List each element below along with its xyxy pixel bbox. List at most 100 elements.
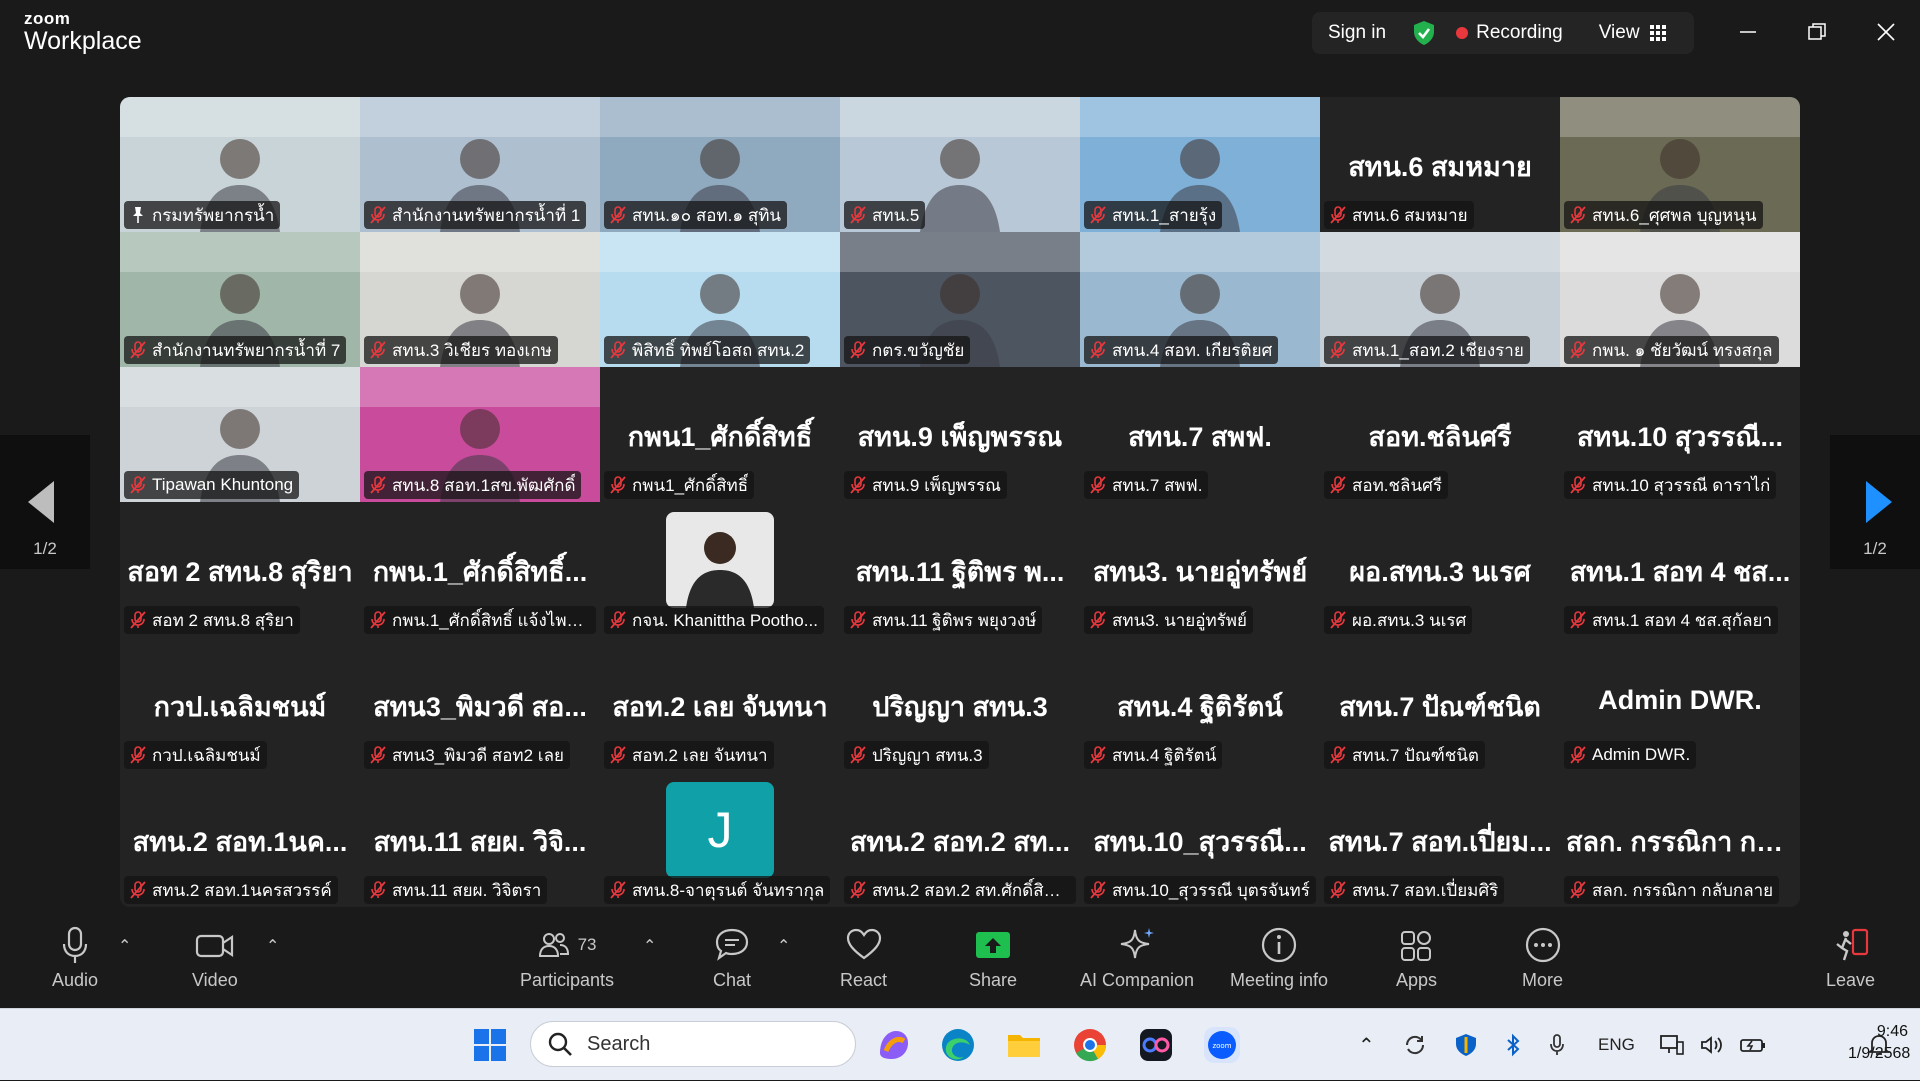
- muted-microphone-icon: [1570, 341, 1586, 359]
- participant-name: สทน.1 สอท 4 ชส.สุกัลยา: [1592, 610, 1773, 630]
- muted-microphone-icon: [130, 746, 146, 764]
- participant-tile[interactable]: สำนักงานทรัพยากรน้ำที่ 1: [360, 97, 600, 232]
- participant-tile[interactable]: สทน.7 สอท.เปี่ยม... สทน.7 สอท.เปี่ยมศิริ: [1320, 772, 1560, 907]
- copilot-icon[interactable]: [872, 1023, 916, 1067]
- chrome-icon[interactable]: [1068, 1023, 1112, 1067]
- participant-tile[interactable]: สทน.7 สพฟ. สทน.7 สพฟ.: [1080, 367, 1320, 502]
- participant-tile[interactable]: สทน.1_สายรุ้ง: [1080, 97, 1320, 232]
- taskbar-search-box[interactable]: Search: [530, 1021, 856, 1067]
- edge-browser-icon[interactable]: [936, 1023, 980, 1067]
- zoom-app-icon[interactable]: zoom: [1200, 1023, 1244, 1067]
- participant-tile[interactable]: สทน.2 สอท.2 สท... สทน.2 สอท.2 สท.ศักดิ์สิ…: [840, 772, 1080, 907]
- volume-icon[interactable]: [1700, 1034, 1724, 1056]
- share-button[interactable]: Share: [969, 924, 1017, 1004]
- language-indicator[interactable]: ENG: [1598, 1009, 1635, 1081]
- participant-tile[interactable]: สทน.4 ฐิติรัตน์ สทน.4 ฐิติรัตน์: [1080, 637, 1320, 772]
- apps-button[interactable]: Apps: [1396, 924, 1437, 1004]
- participant-name-label: สทน.7 สพฟ.: [1084, 471, 1209, 499]
- muted-microphone-icon: [370, 476, 386, 494]
- participant-tile[interactable]: กวป.เฉลิมชนม์ กวป.เฉลิมชนม์: [120, 637, 360, 772]
- chat-button[interactable]: Chat: [713, 924, 751, 1004]
- windows-start-icon[interactable]: [468, 1023, 512, 1067]
- participant-tile[interactable]: สำนักงานทรัพยากรน้ำที่ 7: [120, 232, 360, 367]
- participant-name-label: สทน.4 ฐิติรัตน์: [1084, 741, 1223, 769]
- battery-icon[interactable]: [1740, 1034, 1766, 1056]
- participants-options-chevron-icon[interactable]: ⌃: [643, 936, 656, 956]
- participant-tile[interactable]: กจน. Khanittha Pootho...: [600, 502, 840, 637]
- page-indicator-right: 1/2: [1863, 539, 1887, 558]
- participant-display-name: กวป.เฉลิมชนม์: [153, 692, 327, 722]
- participant-tile[interactable]: สทน.4 สอท. เกียรติยศ: [1080, 232, 1320, 367]
- participant-tile[interactable]: สทน.11 ฐิติพร พ... สทน.11 ฐิติพร พยุงวงษ์: [840, 502, 1080, 637]
- muted-microphone-icon: [130, 476, 146, 494]
- sign-in-button[interactable]: Sign in: [1328, 22, 1386, 44]
- participant-tile[interactable]: ผอ.สทน.3 นเรศ ผอ.สทน.3 นเรศ: [1320, 502, 1560, 637]
- video-button[interactable]: Video: [192, 924, 238, 1004]
- participant-tile[interactable]: สอท.ชลินศรี สอท.ชลินศรี: [1320, 367, 1560, 502]
- app-icon[interactable]: [1134, 1023, 1178, 1067]
- participant-name-label: กวป.เฉลิมชนม์: [124, 741, 267, 769]
- participant-name-label: กพน. ๑ ชัยวัฒน์ ทรงสกุล: [1564, 336, 1779, 364]
- leave-button[interactable]: Leave: [1826, 924, 1875, 1004]
- participant-tile[interactable]: กพน. ๑ ชัยวัฒน์ ทรงสกุล: [1560, 232, 1800, 367]
- previous-page-button[interactable]: 1/2: [0, 435, 90, 569]
- participant-tile[interactable]: สทน.11 สยผ. วิจิ... สทน.11 สยผ. วิจิตรา: [360, 772, 600, 907]
- participants-button[interactable]: 73 Participants: [520, 924, 614, 1004]
- tray-overflow-chevron-icon[interactable]: ⌃: [1358, 1033, 1375, 1058]
- audio-options-chevron-icon[interactable]: ⌃: [118, 936, 131, 956]
- participant-tile[interactable]: กตร.ขวัญชัย: [840, 232, 1080, 367]
- chat-options-chevron-icon[interactable]: ⌃: [777, 936, 790, 956]
- muted-microphone-icon: [1090, 746, 1106, 764]
- participant-tile[interactable]: Admin DWR. Admin DWR.: [1560, 637, 1800, 772]
- participant-tile[interactable]: สทน.1_สอท.2 เชียงราย: [1320, 232, 1560, 367]
- video-options-chevron-icon[interactable]: ⌃: [266, 936, 279, 956]
- participant-tile[interactable]: สอท.2 เลย จันทนา สอท.2 เลย จันทนา: [600, 637, 840, 772]
- restore-button[interactable]: [1797, 14, 1837, 50]
- more-button[interactable]: More: [1522, 924, 1563, 1004]
- ai-companion-button[interactable]: AI Companion: [1080, 924, 1194, 1004]
- notification-bell-icon[interactable]: [1868, 1033, 1890, 1057]
- participant-tile[interactable]: สทน.2 สอท.1นค... สทน.2 สอท.1นครสวรรค์: [120, 772, 360, 907]
- participant-tile[interactable]: สทน.10_สุวรรณี... สทน.10_สุวรรณี บุตรจันท…: [1080, 772, 1320, 907]
- close-button[interactable]: [1866, 14, 1906, 50]
- security-shield-icon[interactable]: [1455, 1033, 1477, 1057]
- shield-check-icon[interactable]: [1412, 20, 1436, 46]
- participant-tile[interactable]: สทน.9 เพ็ญพรรณ สทน.9 เพ็ญพรรณ: [840, 367, 1080, 502]
- view-button[interactable]: View: [1599, 22, 1666, 44]
- participant-tile[interactable]: Tipawan Khuntong: [120, 367, 360, 502]
- participant-display-name: สทน.7 ปัณฑ์ชนิต: [1339, 692, 1541, 722]
- participant-tile[interactable]: กพน.1_ศักดิ์สิทธิ์... กพน.1_ศักดิ์สิทธิ์ …: [360, 502, 600, 637]
- participant-tile[interactable]: สทน.๑๐ สอท.๑ สุทิน: [600, 97, 840, 232]
- participant-tile[interactable]: พิสิทธิ์ ทิพย์โอสถ สทน.2: [600, 232, 840, 367]
- minimize-button[interactable]: [1728, 14, 1768, 50]
- participant-tile[interactable]: สทน.6 สมหมาย สทน.6 สมหมาย: [1320, 97, 1560, 232]
- react-button[interactable]: React: [840, 924, 887, 1004]
- participant-tile[interactable]: กพน1_ศักดิ์สิทธิ์ กพน1_ศักดิ์สิทธิ์: [600, 367, 840, 502]
- meeting-info-button[interactable]: Meeting info: [1230, 924, 1328, 1004]
- participant-tile[interactable]: สทน3. นายอู่ทรัพย์ สทน3. นายอู่ทรัพย์: [1080, 502, 1320, 637]
- microphone-tray-icon[interactable]: [1549, 1033, 1565, 1057]
- participant-tile[interactable]: สทน.8 สอท.1สข.พัฒศักดิ์: [360, 367, 600, 502]
- participant-tile[interactable]: สทน3_พิมวดี สอ... สทน3_พิมวดี สอท2 เลย: [360, 637, 600, 772]
- bluetooth-icon[interactable]: [1505, 1033, 1521, 1057]
- participant-tile[interactable]: สทน.6_ศุศพล บุญหนุน: [1560, 97, 1800, 232]
- participant-tile[interactable]: สอท 2 สทน.8 สุริยา สอท 2 สทน.8 สุริยา: [120, 502, 360, 637]
- audio-button[interactable]: Audio: [52, 924, 98, 1004]
- sync-icon[interactable]: [1403, 1033, 1427, 1057]
- participant-tile[interactable]: J สทน.8-จาตุรนต์ จันทรากุล: [600, 772, 840, 907]
- participant-tile[interactable]: กรมทรัพยากรน้ำ: [120, 97, 360, 232]
- participant-tile[interactable]: สลก. กรรณิกา กลั... สลก. กรรณิกา กลับกลาย: [1560, 772, 1800, 907]
- network-icon[interactable]: [1660, 1034, 1684, 1056]
- next-page-button[interactable]: 1/2: [1830, 435, 1920, 569]
- participant-tile[interactable]: สทน.7 ปัณฑ์ชนิต สทน.7 ปัณฑ์ชนิต: [1320, 637, 1560, 772]
- participant-tile[interactable]: สทน.10 สุวรรณี... สทน.10 สุวรรณี ดาราไก่: [1560, 367, 1800, 502]
- participant-display-name: สทน.11 ฐิติพร พ...: [855, 557, 1065, 587]
- participant-tile[interactable]: สทน.3 วิเชียร ทองเกษ: [360, 232, 600, 367]
- muted-microphone-icon: [1330, 881, 1346, 899]
- participant-tile[interactable]: ปริญญา สทน.3 ปริญญา สทน.3: [840, 637, 1080, 772]
- recording-indicator[interactable]: Recording: [1456, 22, 1563, 44]
- file-explorer-icon[interactable]: [1002, 1023, 1046, 1067]
- muted-microphone-icon: [1090, 476, 1106, 494]
- participant-tile[interactable]: สทน.5: [840, 97, 1080, 232]
- participant-tile[interactable]: สทน.1 สอท 4 ชส... สทน.1 สอท 4 ชส.สุกัลยา: [1560, 502, 1800, 637]
